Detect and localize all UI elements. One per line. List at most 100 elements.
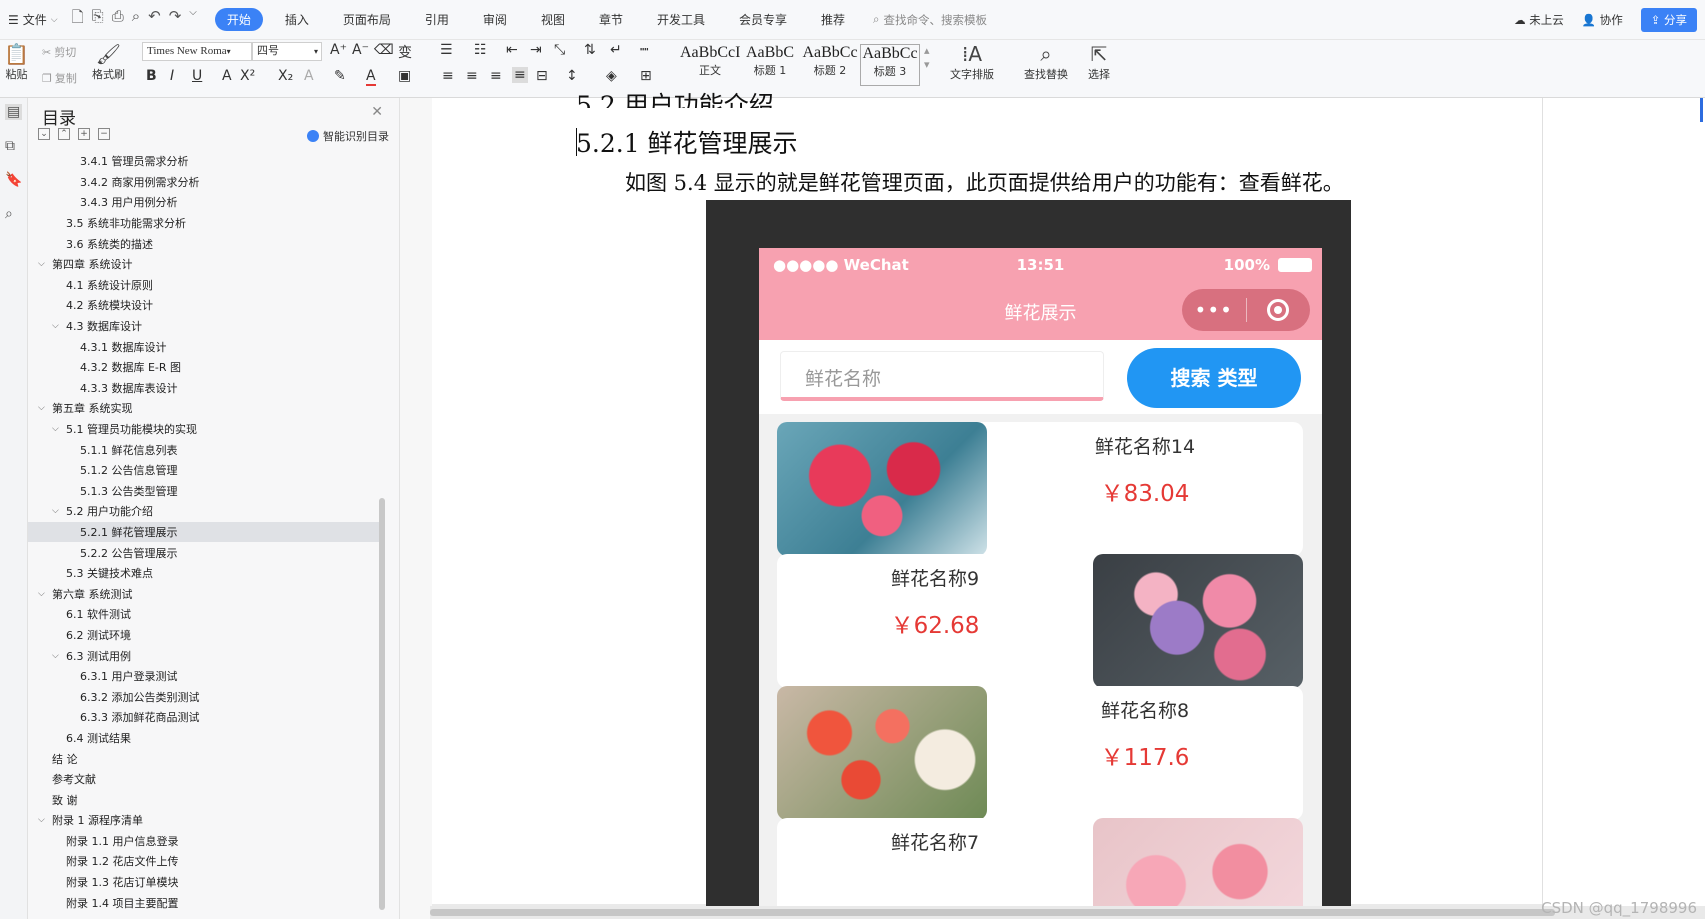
text-effect-icon[interactable]: A xyxy=(304,68,314,84)
cloud-status[interactable]: ☁ 未上云 xyxy=(1514,12,1564,28)
copy-button[interactable]: ❐ 复制 xyxy=(42,70,77,86)
command-search[interactable]: ⌕ 查找命令、搜索模板 xyxy=(873,12,987,28)
superscript-icon[interactable]: X² xyxy=(240,68,255,84)
chevron-down-icon[interactable]: ⌵ xyxy=(52,424,66,434)
format-painter-button[interactable]: 🖌 格式刷 xyxy=(92,42,125,82)
tab-8[interactable]: 会员专享 xyxy=(727,8,799,31)
borders-icon[interactable]: ⊞ xyxy=(640,68,652,84)
clear-format-icon[interactable]: ⌫ xyxy=(374,42,394,58)
select-button[interactable]: ⇱ 选择 xyxy=(1088,42,1110,82)
chevron-down-icon[interactable]: ⌵ xyxy=(38,259,52,269)
file-menu[interactable]: ☰ 文件 ⌵ xyxy=(0,11,66,28)
scroll-thumb[interactable] xyxy=(430,909,1555,916)
phonetic-icon[interactable]: 变 xyxy=(398,42,412,62)
toc-item[interactable]: 6.2 测试环境 xyxy=(28,625,380,646)
decrease-indent-icon[interactable]: ⇤ xyxy=(506,42,518,58)
grow-font-icon[interactable]: A⁺ xyxy=(330,42,347,58)
chapter-nav-icon[interactable]: ⧉ xyxy=(5,138,15,154)
font-color-icon[interactable]: A xyxy=(366,68,376,86)
toc-item[interactable]: ⌵ 5.2 用户功能介绍 xyxy=(28,501,380,522)
export-icon[interactable]: ⎘ xyxy=(92,7,104,32)
toc-item[interactable]: 4.3.3 数据库表设计 xyxy=(28,378,380,399)
search-type-button[interactable]: 搜索 类型 xyxy=(1127,348,1301,408)
chevron-down-icon[interactable]: ⌵ xyxy=(38,589,52,599)
paste-button[interactable]: 📋 粘贴 xyxy=(4,42,29,82)
font-name-select[interactable]: Times New Roma▾ xyxy=(142,42,252,61)
tab-5[interactable]: 视图 xyxy=(529,8,577,31)
increase-indent-icon[interactable]: ⇥ xyxy=(530,42,542,58)
toc-item[interactable]: ⌵ 第四章 系统设计 xyxy=(28,254,380,275)
toc-item[interactable]: 5.3 关键技术难点 xyxy=(28,563,380,584)
tab-1[interactable]: 插入 xyxy=(273,8,321,31)
numbered-list-icon[interactable]: ☷ xyxy=(474,42,487,58)
italic-icon[interactable]: I xyxy=(170,68,174,84)
style-option-1[interactable]: AaBbC 标题 1 xyxy=(740,44,800,86)
expand-all-icon[interactable]: ⌃ xyxy=(58,128,70,140)
align-left-icon[interactable]: ≡ xyxy=(442,68,454,84)
product-image[interactable] xyxy=(1093,818,1303,919)
chevron-down-icon[interactable]: ⌵ xyxy=(38,403,52,413)
tab-7[interactable]: 开发工具 xyxy=(645,8,717,31)
toc-item[interactable]: ⌵ 附录 1 源程序清单 xyxy=(28,810,380,831)
distribute-icon[interactable]: ⊟ xyxy=(536,68,548,84)
toc-item[interactable]: 3.6 系统类的描述 xyxy=(28,233,380,254)
search-icon[interactable]: ⌕ xyxy=(5,206,13,222)
product-card[interactable]: 鲜花名称9 ￥62.68 xyxy=(777,554,1303,688)
toc-item[interactable]: 6.3.1 用户登录测试 xyxy=(28,666,380,687)
save-icon[interactable]: 🗋 xyxy=(72,7,84,32)
collab-button[interactable]: 👤 协作 xyxy=(1582,12,1623,28)
toc-item[interactable]: 3.4.1 管理员需求分析 xyxy=(28,151,380,172)
toc-item[interactable]: 5.1.1 鲜花信息列表 xyxy=(28,439,380,460)
smart-toc-button[interactable]: 智能识别目录 xyxy=(307,128,389,144)
shading-icon[interactable]: ◈ xyxy=(606,68,617,84)
style-option-2[interactable]: AaBbCc 标题 2 xyxy=(800,44,860,86)
bold-icon[interactable]: B xyxy=(146,68,157,84)
close-icon[interactable]: ✕ xyxy=(371,104,383,120)
toc-item[interactable]: 6.3.3 添加鲜花商品测试 xyxy=(28,707,380,728)
product-image[interactable] xyxy=(1093,554,1303,688)
underline-icon[interactable]: U xyxy=(192,68,202,84)
toc-item[interactable]: 6.3.2 添加公告类别测试 xyxy=(28,686,380,707)
tab-4[interactable]: 审阅 xyxy=(471,8,519,31)
cut-button[interactable]: ✂ 剪切 xyxy=(42,44,76,60)
toc-item[interactable]: ⌵ 6.3 测试用例 xyxy=(28,645,380,666)
sort-icon[interactable]: ⇅ xyxy=(584,42,596,58)
toc-item[interactable]: 结 论 xyxy=(28,748,380,769)
toc-item[interactable]: 5.1.3 公告类型管理 xyxy=(28,481,380,502)
collapse-all-icon[interactable]: ⌄ xyxy=(38,128,50,140)
more-dots-icon[interactable]: ••• xyxy=(1182,298,1246,322)
undo-icon[interactable]: ↶ xyxy=(148,7,161,32)
font-size-select[interactable]: 四号 ▾ xyxy=(252,42,322,61)
bookmark-icon[interactable]: 🔖 xyxy=(5,172,22,188)
toc-item[interactable]: 5.1.2 公告信息管理 xyxy=(28,460,380,481)
ruler-icon[interactable]: ┉ xyxy=(640,42,648,58)
chevron-down-icon[interactable]: ▾ xyxy=(924,58,930,71)
line-spacing-icon[interactable]: ↕ xyxy=(566,68,578,84)
shrink-font-icon[interactable]: A⁻ xyxy=(352,42,369,58)
toc-item[interactable]: 4.3.1 数据库设计 xyxy=(28,336,380,357)
toc-item[interactable]: 参考文献 xyxy=(28,769,380,790)
find-replace-button[interactable]: ⌕ 查找替换 xyxy=(1024,42,1068,82)
share-button[interactable]: ⇪ 分享 xyxy=(1640,8,1697,32)
chinese-layout-icon[interactable]: ⤡ xyxy=(554,42,565,58)
chevron-down-icon[interactable]: ⌵ xyxy=(52,321,66,331)
tab-3[interactable]: 引用 xyxy=(413,8,461,31)
toc-item[interactable]: 附录 1.2 花店文件上传 xyxy=(28,851,380,872)
close-target-icon[interactable] xyxy=(1247,299,1311,321)
customize-icon[interactable]: ⌵ xyxy=(189,7,197,32)
product-image[interactable] xyxy=(777,422,987,556)
print-preview-icon[interactable]: ⌕ xyxy=(132,7,140,32)
align-right-icon[interactable]: ≡ xyxy=(490,68,502,84)
flower-name-input[interactable]: 鲜花名称 xyxy=(780,351,1104,401)
toc-item[interactable]: 5.2.2 公告管理展示 xyxy=(28,542,380,563)
tab-2[interactable]: 页面布局 xyxy=(331,8,403,31)
align-center-icon[interactable]: ≡ xyxy=(466,68,478,84)
highlight-icon[interactable]: ✎ xyxy=(334,68,346,84)
toc-item[interactable]: 4.2 系统模块设计 xyxy=(28,295,380,316)
toc-item[interactable]: 4.1 系统设计原则 xyxy=(28,275,380,296)
toc-item[interactable]: 3.4.2 商家用例需求分析 xyxy=(28,172,380,193)
show-marks-icon[interactable]: ↵ xyxy=(610,42,622,58)
remove-heading-icon[interactable]: − xyxy=(98,128,110,140)
chevron-down-icon[interactable]: ⌵ xyxy=(38,815,52,825)
text-layout-button[interactable]: ⁞A 文字排版 xyxy=(950,42,994,82)
